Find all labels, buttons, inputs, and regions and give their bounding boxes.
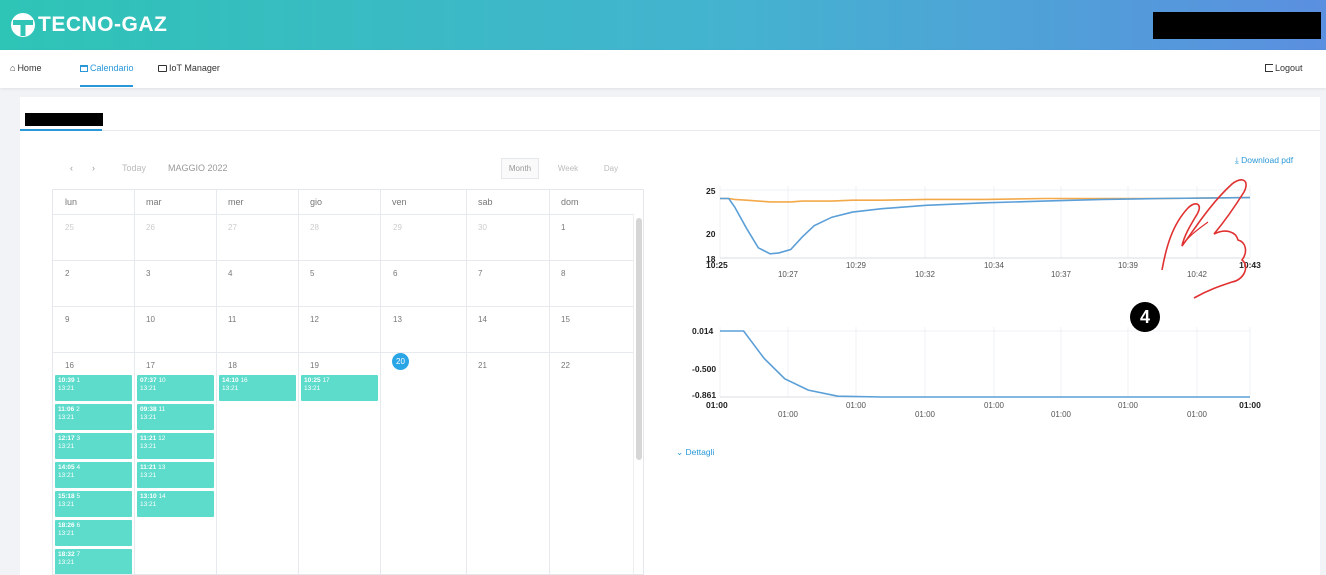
- x-tick-label: 10:25: [706, 260, 728, 270]
- x-tick-label: 10:37: [1051, 270, 1072, 279]
- x-tick-label: 01:00: [984, 401, 1005, 410]
- x-tick-label: 10:39: [1118, 261, 1139, 270]
- x-tick-label: 01:00: [915, 410, 936, 419]
- x-tick-label: 01:00: [706, 400, 728, 410]
- y-tick-label: 20: [706, 229, 716, 239]
- y-tick-label: 25: [706, 186, 716, 196]
- y-tick-label: -0.861: [692, 390, 716, 400]
- x-tick-label: 01:00: [1187, 410, 1208, 419]
- x-tick-label: 01:00: [1118, 401, 1139, 410]
- x-tick-label: 01:00: [778, 410, 799, 419]
- x-tick-label: 10:27: [778, 270, 799, 279]
- hand-pointer-annotation: [1161, 179, 1247, 299]
- x-tick-label: 01:00: [846, 401, 867, 410]
- charts-area: 25201810:2510:2710:2910:3210:3410:3710:3…: [692, 186, 1261, 419]
- x-tick-label: 01:00: [1051, 410, 1072, 419]
- x-tick-label: 10:29: [846, 261, 867, 270]
- annotation-badge: 4: [1130, 302, 1160, 332]
- y-tick-label: 0.014: [692, 326, 714, 336]
- annotation-badge-number: 4: [1139, 306, 1150, 327]
- y-tick-label: -0.500: [692, 364, 716, 374]
- x-tick-label: 10:34: [984, 261, 1005, 270]
- x-tick-label: 10:32: [915, 270, 936, 279]
- x-tick-label: 01:00: [1239, 400, 1261, 410]
- series-line: [720, 330, 1250, 398]
